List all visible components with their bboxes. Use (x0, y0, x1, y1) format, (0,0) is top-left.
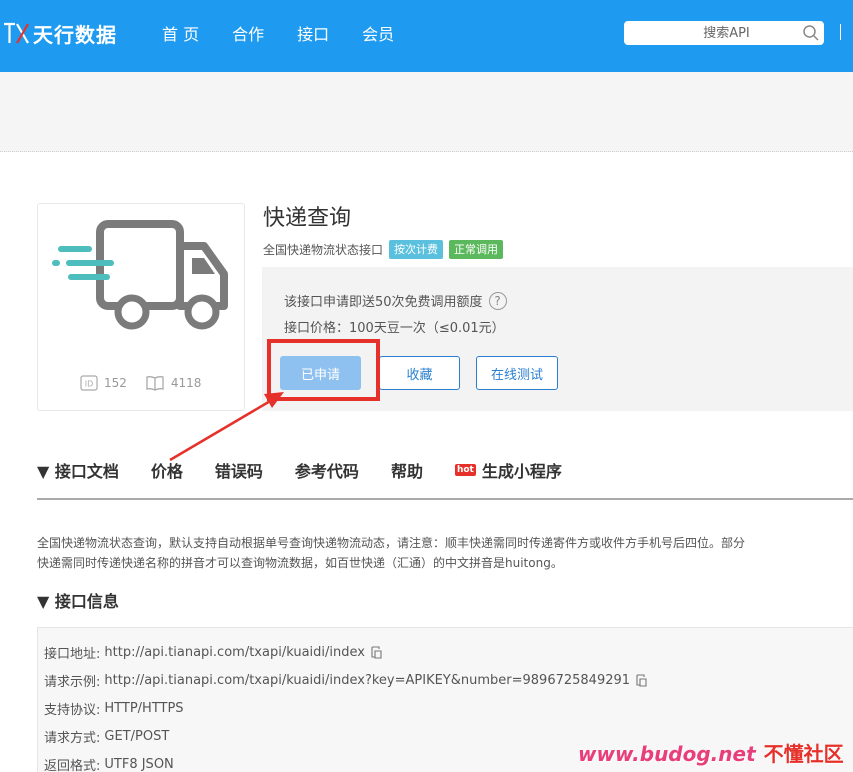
info-label: 请求示例: (44, 675, 101, 690)
logo[interactable]: 天行数据 (2, 18, 117, 48)
api-id-value: 152 (104, 376, 127, 390)
banner-strip (0, 72, 853, 152)
info-label: 请求方式: (44, 731, 101, 746)
nav-home[interactable]: 首 页 (162, 21, 199, 45)
watermark-name: 不懂社区 (763, 742, 844, 766)
api-stats: ID 152 4118 (80, 375, 219, 391)
info-value: http://api.tianapi.com/txapi/kuaidi/inde… (104, 645, 365, 660)
online-test-button[interactable]: 在线测试 (476, 356, 558, 390)
info-section-title: ▼ 接口信息 (37, 592, 119, 611)
info-row-method: 请求方式: GET/POST (44, 727, 169, 746)
api-subtitle-row: 全国快递物流状态接口 按次计费 正常调用 (263, 240, 504, 259)
info-row-endpoint: 接口地址: http://api.tianapi.com/txapi/kuaid… (44, 643, 383, 662)
tab-price[interactable]: 价格 (151, 458, 183, 482)
topbar-divider (840, 24, 841, 40)
api-id-stat: ID 152 (80, 375, 127, 391)
info-value: GET/POST (104, 729, 170, 744)
favorite-button[interactable]: 收藏 (379, 356, 460, 390)
svg-text:ID: ID (85, 380, 94, 389)
free-quota-text: 该接口申请即送50次免费调用额度 (284, 295, 483, 310)
tab-error-codes[interactable]: 错误码 (215, 458, 263, 482)
billing-tag: 按次计费 (389, 240, 444, 259)
watermark: www.budog.net 不懂社区 (578, 738, 844, 767)
info-value: HTTP/HTTPS (104, 701, 184, 716)
tab-api-docs[interactable]: ▼ 接口文档 (37, 458, 119, 482)
logo-text: 天行数据 (33, 22, 117, 47)
nav-api[interactable]: 接口 (297, 21, 329, 45)
info-row-protocol: 支持协议: HTTP/HTTPS (44, 699, 184, 718)
doc-tabs: ▼ 接口文档 价格 错误码 参考代码 帮助 hot 生成小程序 (37, 458, 853, 500)
description-line-1: 全国快递物流状态查询，默认支持自动根据单号查询快递物流动态，请注意：顺丰快递需同… (37, 536, 746, 550)
highlight-box (267, 339, 380, 401)
api-title: 快递查询 (263, 206, 352, 231)
nav-member[interactable]: 会员 (362, 21, 394, 45)
question-icon[interactable]: ? (488, 291, 507, 310)
logo-mark-icon (4, 22, 29, 44)
tab-mini-program-label: 生成小程序 (481, 462, 562, 481)
watermark-url: www.budog.net (578, 742, 756, 766)
info-row-format: 返回格式: UTF8 JSON (44, 755, 174, 772)
info-value: UTF8 JSON (104, 757, 174, 772)
nav-cooperation[interactable]: 合作 (232, 21, 264, 45)
api-views-stat: 4118 (145, 375, 202, 391)
info-value: http://api.tianapi.com/txapi/kuaidi/inde… (104, 673, 631, 688)
description-line-2: 快递需同时传递快递名称的拼音才可以查询物流数据，如百世快递（汇通）的中文拼音是h… (37, 556, 563, 570)
book-icon (146, 376, 164, 391)
info-label: 支持协议: (44, 703, 101, 718)
status-tag: 正常调用 (449, 240, 504, 259)
api-icon-card: ID 152 4118 (37, 203, 245, 411)
id-icon: ID (80, 375, 98, 391)
main-nav: 首 页 合作 接口 会员 (162, 21, 427, 45)
copy-icon[interactable] (635, 674, 648, 687)
info-label: 接口地址: (44, 647, 101, 662)
tab-help[interactable]: 帮助 (391, 458, 423, 482)
search-icon[interactable] (802, 24, 820, 42)
api-price: 接口价格：100天豆一次（≤0.01元） (284, 321, 505, 336)
tab-mini-program[interactable]: hot 生成小程序 (454, 458, 562, 482)
api-description: 全国快递物流状态查询，默认支持自动根据单号查询快递物流动态，请注意：顺丰快递需同… (37, 533, 853, 573)
copy-icon[interactable] (370, 646, 383, 659)
api-views-value: 4118 (170, 376, 202, 390)
free-quota-note: 该接口申请即送50次免费调用额度 ? (284, 291, 507, 310)
tab-sample-code[interactable]: 参考代码 (295, 458, 359, 482)
search-box (624, 21, 824, 45)
truck-icon (52, 220, 228, 330)
top-navbar: 天行数据 首 页 合作 接口 会员 (0, 0, 853, 72)
info-label: 返回格式: (44, 759, 101, 772)
hot-badge: hot (454, 464, 476, 476)
search-input[interactable] (624, 21, 799, 45)
info-row-example: 请求示例: http://api.tianapi.com/txapi/kuaid… (44, 671, 648, 690)
api-subtitle: 全国快递物流状态接口 (263, 243, 384, 257)
